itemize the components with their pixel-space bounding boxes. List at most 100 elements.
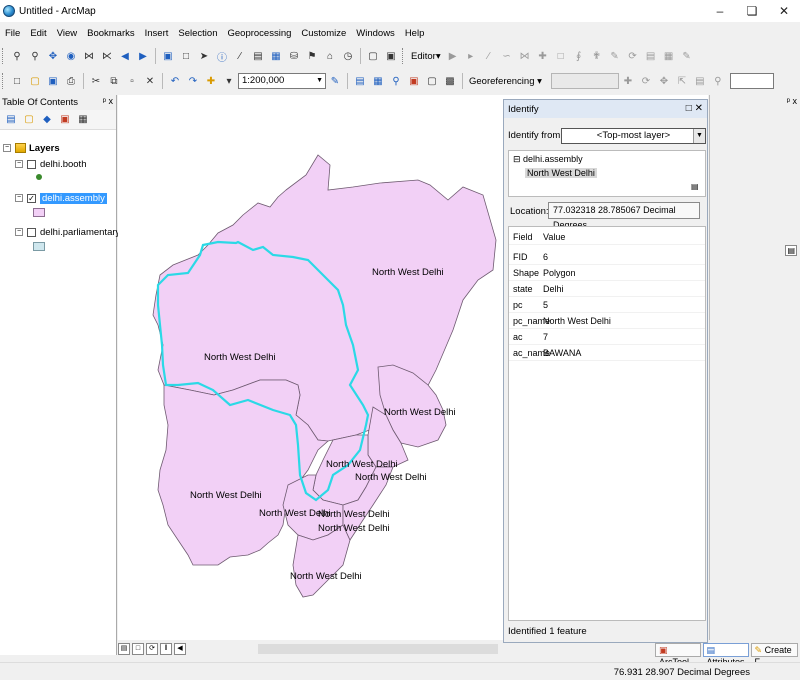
catalog-icon[interactable]: ▦ [370,73,386,89]
menu-help[interactable]: Help [400,28,430,39]
expand-icon[interactable]: − [15,160,23,168]
panel-options-icon[interactable]: ▤ [785,245,797,256]
attribute-row[interactable]: state Delhi [509,281,705,297]
data-view-icon[interactable]: ▤ [118,643,130,655]
arctoolbox-icon[interactable]: ▣ [406,73,422,89]
menu-selection[interactable]: Selection [173,28,222,39]
minimize-icon[interactable]: – [704,0,736,22]
clear-selection-icon[interactable]: □ [178,48,194,64]
menu-insert[interactable]: Insert [140,28,174,39]
tree-view-options-icon[interactable]: ▤ [691,182,699,191]
toc-layer-assembly[interactable]: − ✓ delhi.assembly [15,191,107,205]
zoom-in-icon[interactable]: ⚲ [9,48,25,64]
list-by-drawing-order-icon[interactable]: ▤ [3,112,19,128]
georef-input[interactable] [729,73,774,89]
georeferencing-menu-button[interactable]: Georeferencing ▾ [466,76,545,87]
find-icon[interactable]: ⛁ [286,48,302,64]
save-icon[interactable]: ▣ [45,73,61,89]
select-features-icon[interactable]: ▣ [160,48,176,64]
menu-view[interactable]: View [52,28,82,39]
undo-icon[interactable]: ↶ [167,73,183,89]
go-to-xy-icon[interactable]: ⌂ [322,48,338,64]
time-slider-icon[interactable]: ◷ [340,48,356,64]
html-popup-icon[interactable]: ▤ [250,48,266,64]
zoom-out-icon[interactable]: ⚲ [27,48,43,64]
right-panel-pin-close-controls[interactable]: ᵖ x [787,96,797,106]
attribute-row[interactable]: Shape Polygon [509,265,705,281]
menu-edit[interactable]: Edit [25,28,51,39]
redo-icon[interactable]: ↷ [185,73,201,89]
chevron-down-icon[interactable]: ▼ [316,74,323,88]
python-window-icon[interactable]: ▢ [424,73,440,89]
paste-icon[interactable]: ▫ [124,73,140,89]
find-route-icon[interactable]: ⚑ [304,48,320,64]
layer-visibility-checkbox[interactable]: ✓ [27,193,36,203]
menu-windows[interactable]: Windows [351,28,400,39]
menu-bookmarks[interactable]: Bookmarks [82,28,140,39]
toc-layer-parliamentary[interactable]: − delhi.parliamentary [15,225,120,239]
viewer-window-icon[interactable]: ▢ [365,48,381,64]
list-by-selection-icon[interactable]: ▣ [57,112,73,128]
collapse-icon[interactable]: − [3,144,11,152]
polygon-symbol-icon[interactable] [33,208,45,217]
new-document-icon[interactable]: □ [9,73,25,89]
identify-icon[interactable]: ⓘ [214,48,230,64]
hyperlink-icon[interactable]: ∕ [232,48,248,64]
tab-create-features[interactable]: ✎ Create F... [750,642,798,667]
table-of-contents-icon[interactable]: ▤ [352,73,368,89]
delete-icon[interactable]: ✕ [142,73,158,89]
full-extent-icon[interactable]: ◉ [63,48,79,64]
attribute-row[interactable]: pc 5 [509,297,705,313]
attribute-row[interactable]: ac_name BAWANA [509,345,705,361]
model-builder-icon[interactable]: ▩ [442,73,458,89]
tab-arctoolbox[interactable]: ▣ ArcTool... [655,642,701,667]
print-icon[interactable]: ⎙ [63,73,79,89]
collapse-icon[interactable]: − [15,194,23,202]
copy-icon[interactable]: ⧉ [106,73,122,89]
add-data-dropdown-icon[interactable]: ▾ [221,73,237,89]
tree-node-layer[interactable]: ⊟ delhi.assembly [513,154,583,165]
list-by-source-icon[interactable]: ▢ [21,112,37,128]
search-window-icon[interactable]: ⚲ [388,73,404,89]
chevron-down-icon[interactable]: ▼ [693,129,705,143]
attribute-row[interactable]: ac 7 [509,329,705,345]
dropdown-tool-icon[interactable]: ▣ [383,48,399,64]
toc-layer-booth[interactable]: − delhi.booth [15,157,86,171]
map-scale-combobox[interactable]: 1:200,000 ▼ [238,73,326,89]
menu-file[interactable]: File [0,28,25,39]
layout-view-icon[interactable]: □ [132,643,144,655]
menu-customize[interactable]: Customize [296,28,351,39]
point-symbol-icon[interactable] [36,174,42,180]
back-extent-icon[interactable]: ◀ [117,48,133,64]
polygon-symbol-icon[interactable] [33,242,45,251]
open-folder-icon[interactable]: ▢ [27,73,43,89]
attribute-row[interactable]: FID 6 [509,249,705,265]
fixed-zoom-out-icon[interactable]: ⋉ [99,48,115,64]
identify-close-icon[interactable]: □ ✕ [686,103,703,114]
pan-icon[interactable]: ✥ [45,48,61,64]
toolbar-grip[interactable] [402,48,405,64]
editor-toolbar-icon[interactable]: ✎ [327,73,343,89]
menu-geoprocessing[interactable]: Geoprocessing [222,28,296,39]
toolbar-grip[interactable] [2,48,5,64]
scroll-left-icon[interactable]: ◀ [174,643,186,655]
toc-root-layers[interactable]: − Layers [3,141,60,155]
identify-from-select[interactable]: <Top-most layer> ▼ [561,128,706,144]
layer-visibility-checkbox[interactable] [27,227,36,237]
close-icon[interactable]: ✕ [768,0,800,22]
tree-node-feature[interactable]: North West Delhi [525,168,597,178]
cut-icon[interactable]: ✂ [88,73,104,89]
layer-visibility-checkbox[interactable] [27,159,36,169]
toolbar-grip[interactable] [2,73,5,89]
tab-attributes[interactable]: ▤ Attributes [702,642,749,667]
toc-options-icon[interactable]: ▦ [75,112,91,128]
select-elements-icon[interactable]: ➤ [196,48,212,64]
pause-drawing-icon[interactable]: ‖ [160,643,172,655]
refresh-icon[interactable]: ⟳ [146,643,158,655]
collapse-icon[interactable]: − [15,228,23,236]
list-by-visibility-icon[interactable]: ◆ [39,112,55,128]
restore-icon[interactable]: ❏ [736,0,768,22]
toc-pin-close-controls[interactable]: ᵖ x [103,96,113,106]
horizontal-scrollbar[interactable] [258,644,498,654]
editor-menu-button[interactable]: Editor▾ [408,51,444,62]
